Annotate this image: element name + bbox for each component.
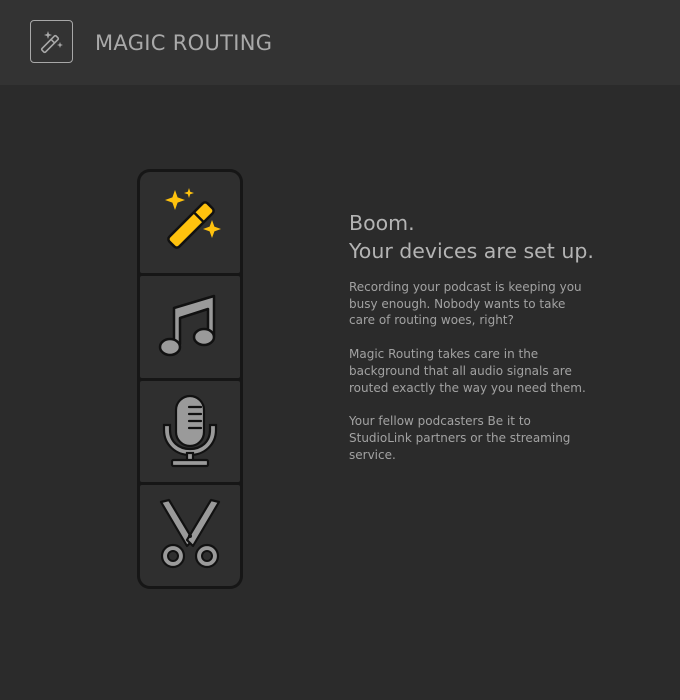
headline: Boom. Your devices are set up. — [349, 209, 599, 265]
tool-music-button[interactable] — [140, 276, 240, 378]
magic-wand-icon[interactable] — [30, 20, 73, 63]
tool-microphone-button[interactable] — [140, 380, 240, 482]
tool-selector — [137, 169, 243, 589]
app-header: MAGIC ROUTING — [0, 0, 680, 85]
microphone-icon — [162, 395, 218, 468]
scissors-icon — [159, 499, 221, 569]
tool-cut-button[interactable] — [140, 484, 240, 586]
description-paragraph-2: Magic Routing takes care in the backgrou… — [349, 347, 586, 395]
tool-magic-button[interactable] — [140, 172, 240, 274]
app-title: MAGIC ROUTING — [95, 31, 273, 55]
headline-line-2: Your devices are set up. — [349, 239, 594, 263]
description-paragraph-1: Recording your podcast is keeping you bu… — [349, 280, 582, 328]
magic-wand-icon — [165, 187, 221, 249]
headline-line-1: Boom. — [349, 211, 415, 235]
info-panel: Boom. Your devices are set up. Recording… — [349, 209, 599, 463]
music-note-icon — [158, 294, 216, 357]
description-paragraph-3: Your fellow podcasters Be it to StudioLi… — [349, 414, 571, 462]
